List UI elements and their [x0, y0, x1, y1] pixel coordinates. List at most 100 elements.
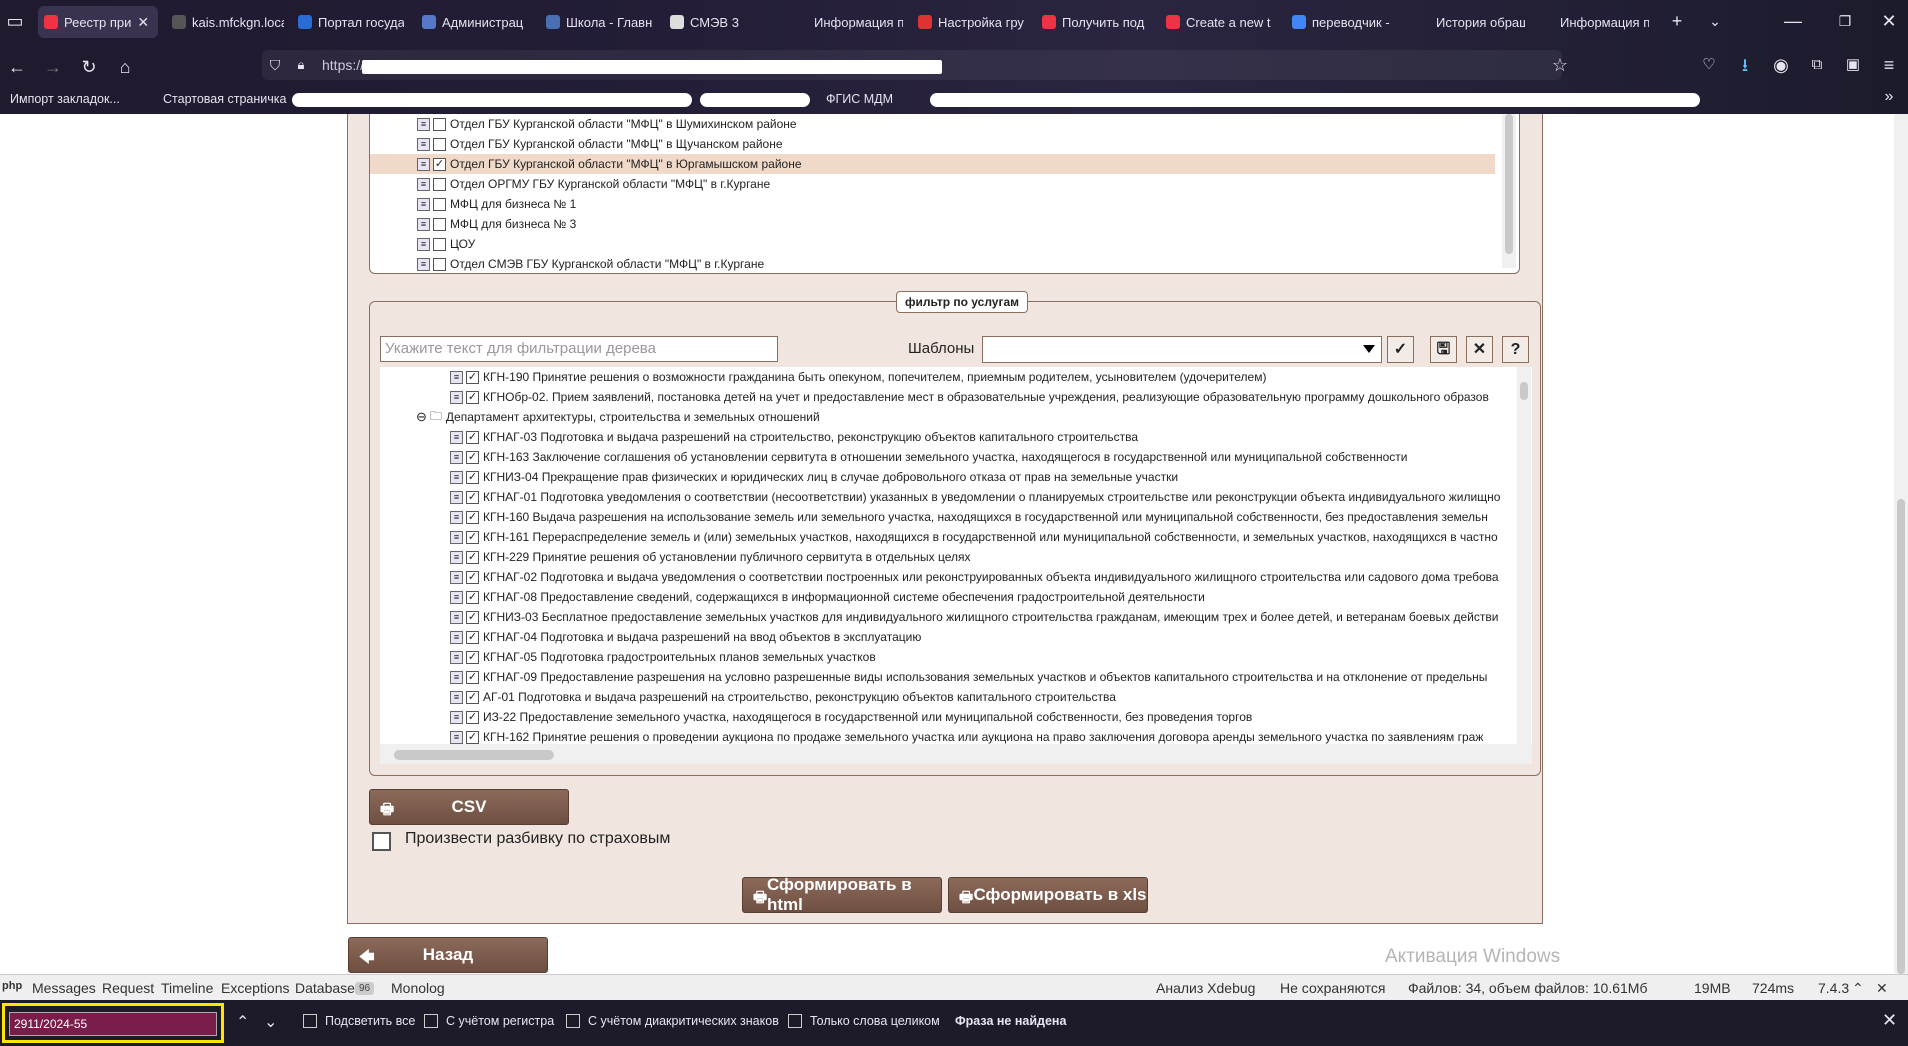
- reload-icon[interactable]: ↻: [76, 54, 102, 80]
- insurance-split-checkbox[interactable]: [372, 832, 391, 851]
- tab-kais[interactable]: kais.mfckgn.local/: [166, 6, 284, 38]
- tree-row[interactable]: ≡ ✓ КГНАГ-01 Подготовка уведомления о соот…: [380, 487, 1516, 507]
- find-next-icon[interactable]: ⌄: [264, 1012, 277, 1032]
- page-scrollbar[interactable]: [1894, 114, 1908, 974]
- service-tree-scrollbar[interactable]: [1517, 367, 1531, 744]
- csv-button[interactable]: 🖶︎ CSV: [369, 789, 569, 825]
- tab-registry[interactable]: Реестр при ✕: [38, 6, 158, 38]
- checkbox-checked[interactable]: ✓: [466, 450, 479, 464]
- highlight-all-option[interactable]: Подсветить все: [303, 1014, 415, 1028]
- tree-row[interactable]: ≡ ✓ ИЗ-22 Предоставление земельного участк…: [380, 707, 1516, 727]
- tree-row[interactable]: ≡ Отдел СМЭВ ГБУ Курганской области "МФЦ…: [370, 254, 1495, 274]
- checkbox-checked[interactable]: ✓: [433, 157, 446, 171]
- tree-row[interactable]: ≡ ✓ КГН-160 Выдача разрешения на использов…: [380, 507, 1516, 527]
- help-button[interactable]: ?: [1502, 336, 1529, 363]
- checkbox[interactable]: [433, 217, 446, 231]
- match-case-option[interactable]: С учётом регистра: [424, 1014, 554, 1028]
- debug-tab-database[interactable]: Database: [295, 980, 355, 996]
- debug-tab-request[interactable]: Request: [102, 980, 154, 996]
- tree-row[interactable]: ≡ Отдел ОРГМУ ГБУ Курганской области "МФ…: [370, 174, 1495, 194]
- close-window-icon[interactable]: ✕: [1876, 8, 1902, 34]
- checkbox-checked[interactable]: ✓: [466, 550, 479, 564]
- delete-template-button[interactable]: ✕: [1466, 336, 1493, 363]
- checkbox-checked[interactable]: ✓: [466, 390, 479, 404]
- tree-row[interactable]: ≡ ✓ КГНОбр-02. Прием заявлений, постановка…: [380, 387, 1516, 407]
- tree-row[interactable]: ≡ ✓ КГН-161 Перераспределение земель и (ил…: [380, 527, 1516, 547]
- checkbox[interactable]: [433, 197, 446, 211]
- tree-row[interactable]: ≡ ✓ КГНАГ-03 Подготовка и выдача разрешени…: [380, 427, 1516, 447]
- checkbox-checked[interactable]: ✓: [466, 710, 479, 724]
- tree-row-selected[interactable]: ≡ ✓ Отдел ГБУ Курганской области "МФЦ" в…: [370, 154, 1495, 174]
- checkbox[interactable]: [433, 257, 446, 271]
- checkbox[interactable]: [433, 177, 446, 191]
- checkbox-checked[interactable]: ✓: [466, 570, 479, 584]
- collapse-icon[interactable]: ⊖: [416, 409, 427, 425]
- minimize-icon[interactable]: —: [1780, 8, 1806, 34]
- org-tree-scrollbar[interactable]: [1502, 114, 1516, 268]
- tree-row[interactable]: ≡ ✓ КГН-163 Заключение соглашения об устан…: [380, 447, 1516, 467]
- home-icon[interactable]: ⌂: [112, 54, 138, 80]
- chevron-up-icon[interactable]: ⌃: [1852, 980, 1864, 997]
- tree-row[interactable]: ≡ ✓ АГ-01 Подготовка и выдача разрешений н…: [380, 687, 1516, 707]
- scrollbar-thumb[interactable]: [1505, 114, 1513, 254]
- tree-row[interactable]: ≡ ✓ КГНАГ-05 Подготовка градостроительных …: [380, 647, 1516, 667]
- url-bar[interactable]: ⛉ 🔒︎ https:// ☆: [262, 50, 1568, 80]
- tab-school[interactable]: Школа - Главн: [540, 6, 655, 38]
- tab-create[interactable]: Create a new t: [1160, 6, 1275, 38]
- restore-icon[interactable]: ❐: [1832, 8, 1858, 34]
- tab-admin[interactable]: Администрац: [416, 6, 526, 38]
- bookmark-import[interactable]: Импорт закладок...: [10, 92, 120, 106]
- checkbox[interactable]: [433, 237, 446, 251]
- checkbox[interactable]: [788, 1014, 802, 1028]
- checkbox-checked[interactable]: ✓: [466, 470, 479, 484]
- tree-row[interactable]: ≡ Отдел ГБУ Курганской области "МФЦ" в Щ…: [370, 134, 1495, 154]
- tree-row[interactable]: ≡ ✓ КГНАГ-09 Предоставление разрешения на …: [380, 667, 1516, 687]
- star-icon[interactable]: ☆: [1547, 52, 1573, 78]
- diacritics-option[interactable]: С учётом диакритических знаков: [566, 1014, 779, 1028]
- checkbox-checked[interactable]: ✓: [466, 670, 479, 684]
- tree-row[interactable]: ≡ ✓ КГНАГ-08 Предоставление сведений, соде…: [380, 587, 1516, 607]
- checkbox-checked[interactable]: ✓: [466, 610, 479, 624]
- checkbox-checked[interactable]: ✓: [466, 530, 479, 544]
- apply-template-button[interactable]: ✓: [1387, 336, 1414, 363]
- tree-row[interactable]: ≡ МФЦ для бизнеса № 1: [370, 194, 1495, 214]
- back-icon[interactable]: ←: [4, 54, 30, 80]
- checkbox[interactable]: [424, 1014, 438, 1028]
- checkbox-checked[interactable]: ✓: [466, 370, 479, 384]
- tab-list-icon[interactable]: ▭: [2, 8, 28, 34]
- checkbox-checked[interactable]: ✓: [466, 430, 479, 444]
- tab-info-1[interactable]: Информация по з: [788, 6, 903, 38]
- chevron-down-icon[interactable]: ⌄: [1702, 8, 1728, 34]
- tab-translator[interactable]: переводчик -: [1286, 6, 1401, 38]
- debug-tab-monolog[interactable]: Monolog: [391, 980, 445, 996]
- tab-settings-group[interactable]: Настройка гру: [912, 6, 1027, 38]
- find-prev-icon[interactable]: ⌃: [236, 1012, 249, 1032]
- service-tree-hscrollbar[interactable]: [380, 744, 1532, 764]
- extensions-icon[interactable]: ⧉: [1804, 52, 1830, 78]
- checkbox[interactable]: [303, 1014, 317, 1028]
- chevron-right-icon[interactable]: »: [1876, 84, 1902, 110]
- whole-words-option[interactable]: Только слова целиком: [788, 1014, 940, 1028]
- tree-row[interactable]: ≡ ✓ КГНАГ-02 Подготовка и выдача уведомлен…: [380, 567, 1516, 587]
- checkbox-checked[interactable]: ✓: [466, 490, 479, 504]
- generate-xls-button[interactable]: 🖶︎ Сформировать в xls: [948, 877, 1148, 913]
- account-icon[interactable]: ◉: [1768, 52, 1794, 78]
- checkbox-checked[interactable]: ✓: [466, 590, 479, 604]
- scrollbar-thumb[interactable]: [1520, 382, 1528, 400]
- tree-folder-row[interactable]: ⊖ 🗀︎ Департамент архитектуры, строительств…: [380, 407, 1516, 427]
- forward-icon[interactable]: →: [40, 54, 66, 80]
- new-tab-icon[interactable]: +: [1664, 8, 1690, 34]
- shield-icon[interactable]: ⛉: [262, 52, 288, 78]
- screenshot-icon[interactable]: ▣: [1840, 52, 1866, 78]
- tab-smev[interactable]: СМЭВ 3: [664, 6, 779, 38]
- debug-tab-exceptions[interactable]: Exceptions: [221, 980, 289, 996]
- close-findbar-icon[interactable]: ✕: [1882, 1010, 1897, 1031]
- generate-html-button[interactable]: 🖶︎ Сформировать в html: [742, 875, 942, 914]
- templates-select[interactable]: [982, 336, 1382, 363]
- pocket-icon[interactable]: ♡: [1696, 52, 1722, 78]
- tab-get[interactable]: Получить под: [1036, 6, 1151, 38]
- checkbox-checked[interactable]: ✓: [466, 650, 479, 664]
- download-icon[interactable]: ⭳: [1732, 52, 1758, 78]
- scrollbar-thumb[interactable]: [1897, 499, 1905, 974]
- find-input[interactable]: 2911/2024-55: [9, 1012, 217, 1036]
